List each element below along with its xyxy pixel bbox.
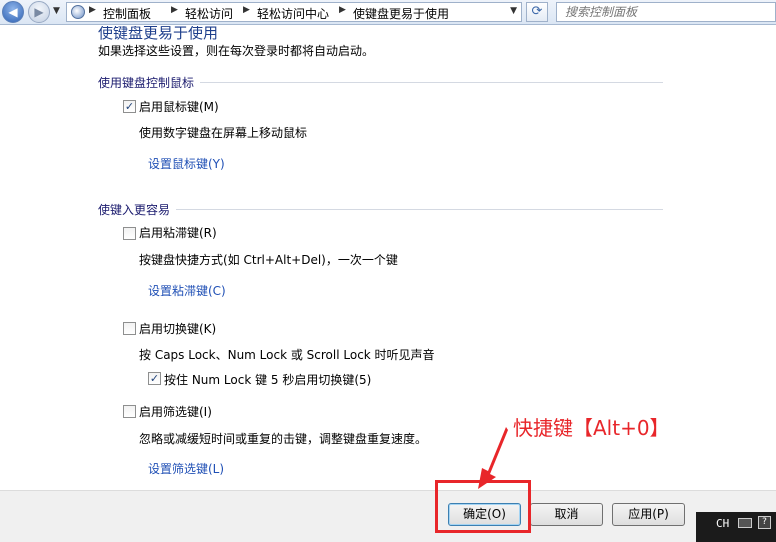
breadcrumb[interactable]: ▶ 控制面板 ▶ 轻松访问 ▶ 轻松访问中心 ▶ 使键盘更易于使用 ▼ bbox=[66, 2, 522, 22]
annotation-text: 快捷键【Alt+0】 bbox=[513, 416, 670, 440]
chevron-down-icon: ▼ bbox=[53, 6, 60, 16]
sticky-keys-settings-link[interactable]: 设置粘滞键(C) bbox=[148, 282, 226, 299]
search-box[interactable] bbox=[556, 2, 776, 22]
breadcrumb-separator-icon[interactable]: ▶ bbox=[243, 5, 250, 15]
refresh-button[interactable]: ⟳ bbox=[526, 2, 548, 22]
breadcrumb-separator-icon[interactable]: ▶ bbox=[89, 5, 96, 15]
cancel-button[interactable]: 取消 bbox=[530, 503, 603, 526]
mouse-keys-description: 使用数字键盘在屏幕上移动鼠标 bbox=[139, 126, 308, 140]
breadcrumb-ease-of-access-center[interactable]: 轻松访问中心 bbox=[257, 5, 329, 22]
sticky-keys-description: 按键盘快捷方式(如 Ctrl+Alt+Del)，一次一个键 bbox=[139, 253, 398, 267]
toggle-keys-checkbox[interactable] bbox=[123, 322, 136, 335]
breadcrumb-keyboard[interactable]: 使键盘更易于使用 bbox=[353, 5, 449, 22]
section-title-mouse: 使用键盘控制鼠标 bbox=[98, 76, 195, 90]
sticky-keys-label[interactable]: 启用粘滞键(R) bbox=[139, 224, 217, 241]
address-bar: ◀ ▶ ▼ ▶ 控制面板 ▶ 轻松访问 ▶ 轻松访问中心 ▶ 使键盘更易于使用 … bbox=[0, 0, 776, 25]
filter-keys-settings-link[interactable]: 设置筛选键(L) bbox=[148, 460, 224, 477]
checkmark-icon: ✓ bbox=[124, 100, 135, 113]
arrow-right-icon: ▶ bbox=[34, 5, 44, 19]
apply-button[interactable]: 应用(P) bbox=[612, 503, 685, 526]
keyboard-icon[interactable] bbox=[738, 518, 752, 528]
section-divider bbox=[176, 209, 663, 210]
control-panel-icon bbox=[71, 5, 85, 19]
page-subtitle: 如果选择这些设置，则在每次登录时都将自动启动。 bbox=[98, 44, 375, 58]
breadcrumb-separator-icon[interactable]: ▶ bbox=[171, 5, 178, 15]
taskbar-tray: CH ? bbox=[696, 512, 776, 542]
filter-keys-label[interactable]: 启用筛选键(I) bbox=[139, 403, 212, 420]
refresh-icon: ⟳ bbox=[531, 4, 543, 19]
section-title-typing: 使键入更容易 bbox=[98, 203, 171, 217]
back-button[interactable]: ◀ bbox=[2, 1, 24, 23]
mouse-keys-label[interactable]: 启用鼠标键(M) bbox=[139, 98, 219, 115]
dialog-button-bar: 确定(O) 取消 应用(P) bbox=[0, 490, 776, 542]
mouse-keys-checkbox[interactable]: ✓ bbox=[123, 100, 136, 113]
section-divider bbox=[200, 82, 663, 83]
toggle-keys-description: 按 Caps Lock、Num Lock 或 Scroll Lock 时听见声音 bbox=[139, 348, 435, 362]
sticky-keys-checkbox[interactable] bbox=[123, 227, 136, 240]
breadcrumb-control-panel[interactable]: 控制面板 bbox=[103, 5, 151, 22]
arrow-left-icon: ◀ bbox=[8, 5, 18, 19]
mouse-keys-settings-link[interactable]: 设置鼠标键(Y) bbox=[148, 155, 225, 172]
chevron-down-icon[interactable]: ▼ bbox=[510, 6, 517, 16]
checkmark-icon: ✓ bbox=[149, 372, 160, 385]
forward-button[interactable]: ▶ bbox=[28, 1, 50, 23]
recent-pages-dropdown[interactable]: ▼ bbox=[53, 6, 60, 16]
num-lock-toggle-checkbox[interactable]: ✓ bbox=[148, 372, 161, 385]
breadcrumb-ease-of-access[interactable]: 轻松访问 bbox=[185, 5, 233, 22]
filter-keys-description: 忽略或减缓短时间或重复的击键，调整键盘重复速度。 bbox=[139, 432, 428, 446]
help-icon[interactable]: ? bbox=[758, 516, 771, 529]
num-lock-toggle-label[interactable]: 按住 Num Lock 键 5 秒启用切换键(5) bbox=[164, 371, 371, 388]
filter-keys-checkbox[interactable] bbox=[123, 405, 136, 418]
annotation-arrow-icon bbox=[478, 427, 508, 489]
search-input[interactable] bbox=[557, 3, 775, 21]
toggle-keys-label[interactable]: 启用切换键(K) bbox=[139, 320, 216, 337]
page-title: 使键盘更易于使用 bbox=[98, 26, 219, 42]
breadcrumb-separator-icon[interactable]: ▶ bbox=[339, 5, 346, 15]
language-indicator[interactable]: CH bbox=[716, 517, 729, 530]
